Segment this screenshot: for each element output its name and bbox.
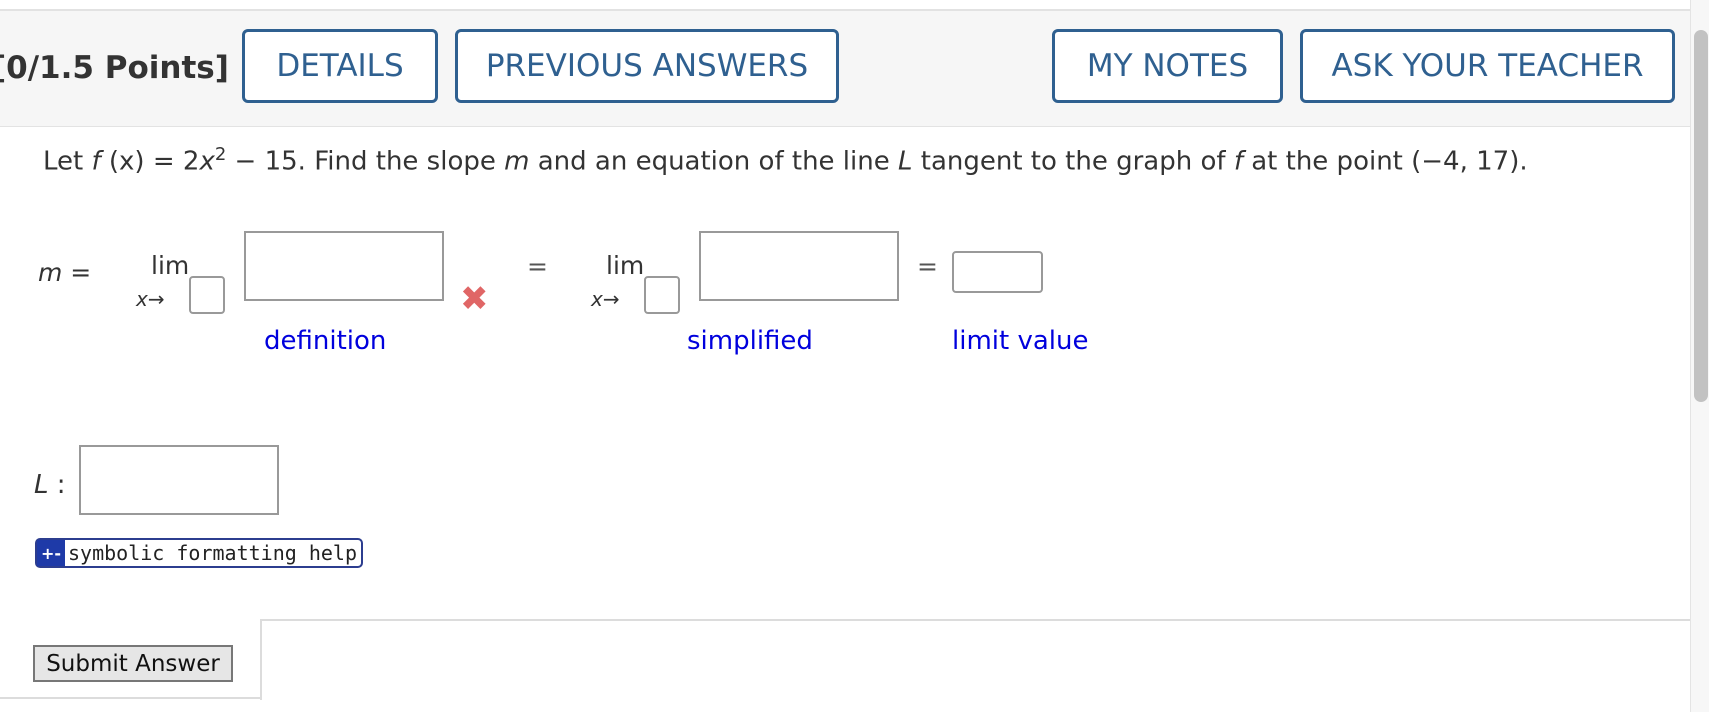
incorrect-icon: ✖ — [460, 279, 489, 319]
scrollbar-thumb[interactable] — [1694, 30, 1708, 402]
my-notes-button-label: MY NOTES — [1086, 48, 1249, 84]
limit-1-x-arrow: x→ — [136, 287, 165, 311]
symbolic-formatting-help-label: symbolic formatting help — [68, 541, 357, 565]
limit-2-lim: lim — [606, 251, 645, 280]
limit-2-arrow: → — [602, 287, 620, 311]
ask-your-teacher-button-label: ASK YOUR TEACHER — [1331, 48, 1644, 84]
question-exponent: 2 — [214, 144, 227, 165]
previous-answers-button-label: PREVIOUS ANSWERS — [485, 48, 809, 84]
question-rest-4: at the point (−4, 17). — [1242, 146, 1528, 177]
line-label: L : — [34, 470, 66, 500]
simplified-label: simplified — [687, 326, 813, 356]
limit-2-approach-input[interactable] — [644, 276, 680, 314]
question-rest-2: and an equation of the line — [529, 146, 898, 177]
tangent-line-input[interactable] — [79, 445, 279, 515]
submit-answer-button[interactable]: Submit Answer — [33, 645, 233, 682]
slope-label: m = — [38, 258, 91, 287]
equals-sign-1: = — [527, 252, 548, 281]
slope-equals: = — [62, 258, 92, 287]
limit-2-x: x — [591, 287, 603, 311]
line-L-var: L — [34, 470, 49, 500]
question-text: Let f (x) = 2x2 − 15. Find the slope m a… — [43, 144, 1528, 177]
line-colon: : — [48, 470, 66, 500]
question-f: f — [91, 146, 101, 177]
question-f2: f — [1233, 146, 1243, 177]
details-button-label: DETAILS — [276, 48, 404, 84]
section-divider-bottom — [0, 697, 262, 699]
limit-1-x: x — [136, 287, 148, 311]
details-button[interactable]: DETAILS — [242, 29, 438, 103]
question-eq: = 2 — [152, 146, 200, 177]
section-divider — [260, 619, 1690, 621]
definition-label: definition — [264, 326, 387, 356]
limit-1-approach-input[interactable] — [189, 276, 225, 314]
my-notes-button[interactable]: MY NOTES — [1052, 29, 1283, 103]
limit-1-lim: lim — [151, 251, 190, 280]
equals-sign-2: = — [917, 252, 938, 281]
question-L: L — [898, 146, 913, 177]
limit-value-input[interactable] — [952, 251, 1043, 293]
ask-your-teacher-button[interactable]: ASK YOUR TEACHER — [1300, 29, 1675, 103]
submit-answer-label: Submit Answer — [46, 650, 220, 677]
plus-minus-icon: +- — [37, 540, 65, 566]
limit-2-x-arrow: x→ — [591, 287, 620, 311]
question-let: Let — [43, 146, 84, 177]
limit-1-arrow: → — [147, 287, 165, 311]
question-x-arg: (x) — [100, 146, 153, 177]
question-x: x — [199, 146, 215, 177]
definition-input[interactable] — [244, 231, 444, 301]
simplified-input[interactable] — [699, 231, 899, 301]
slope-m-var: m — [38, 258, 63, 287]
question-m: m — [504, 146, 530, 177]
question-rest-1: − 15. Find the slope — [226, 146, 505, 177]
section-divider-vertical — [260, 620, 262, 700]
points-label: [0/1.5 Points] — [0, 50, 229, 86]
limit-value-label: limit value — [952, 326, 1089, 356]
previous-answers-button[interactable]: PREVIOUS ANSWERS — [455, 29, 839, 103]
question-rest-3: tangent to the graph of — [912, 146, 1234, 177]
symbolic-formatting-help-button[interactable]: +- symbolic formatting help — [35, 538, 363, 568]
